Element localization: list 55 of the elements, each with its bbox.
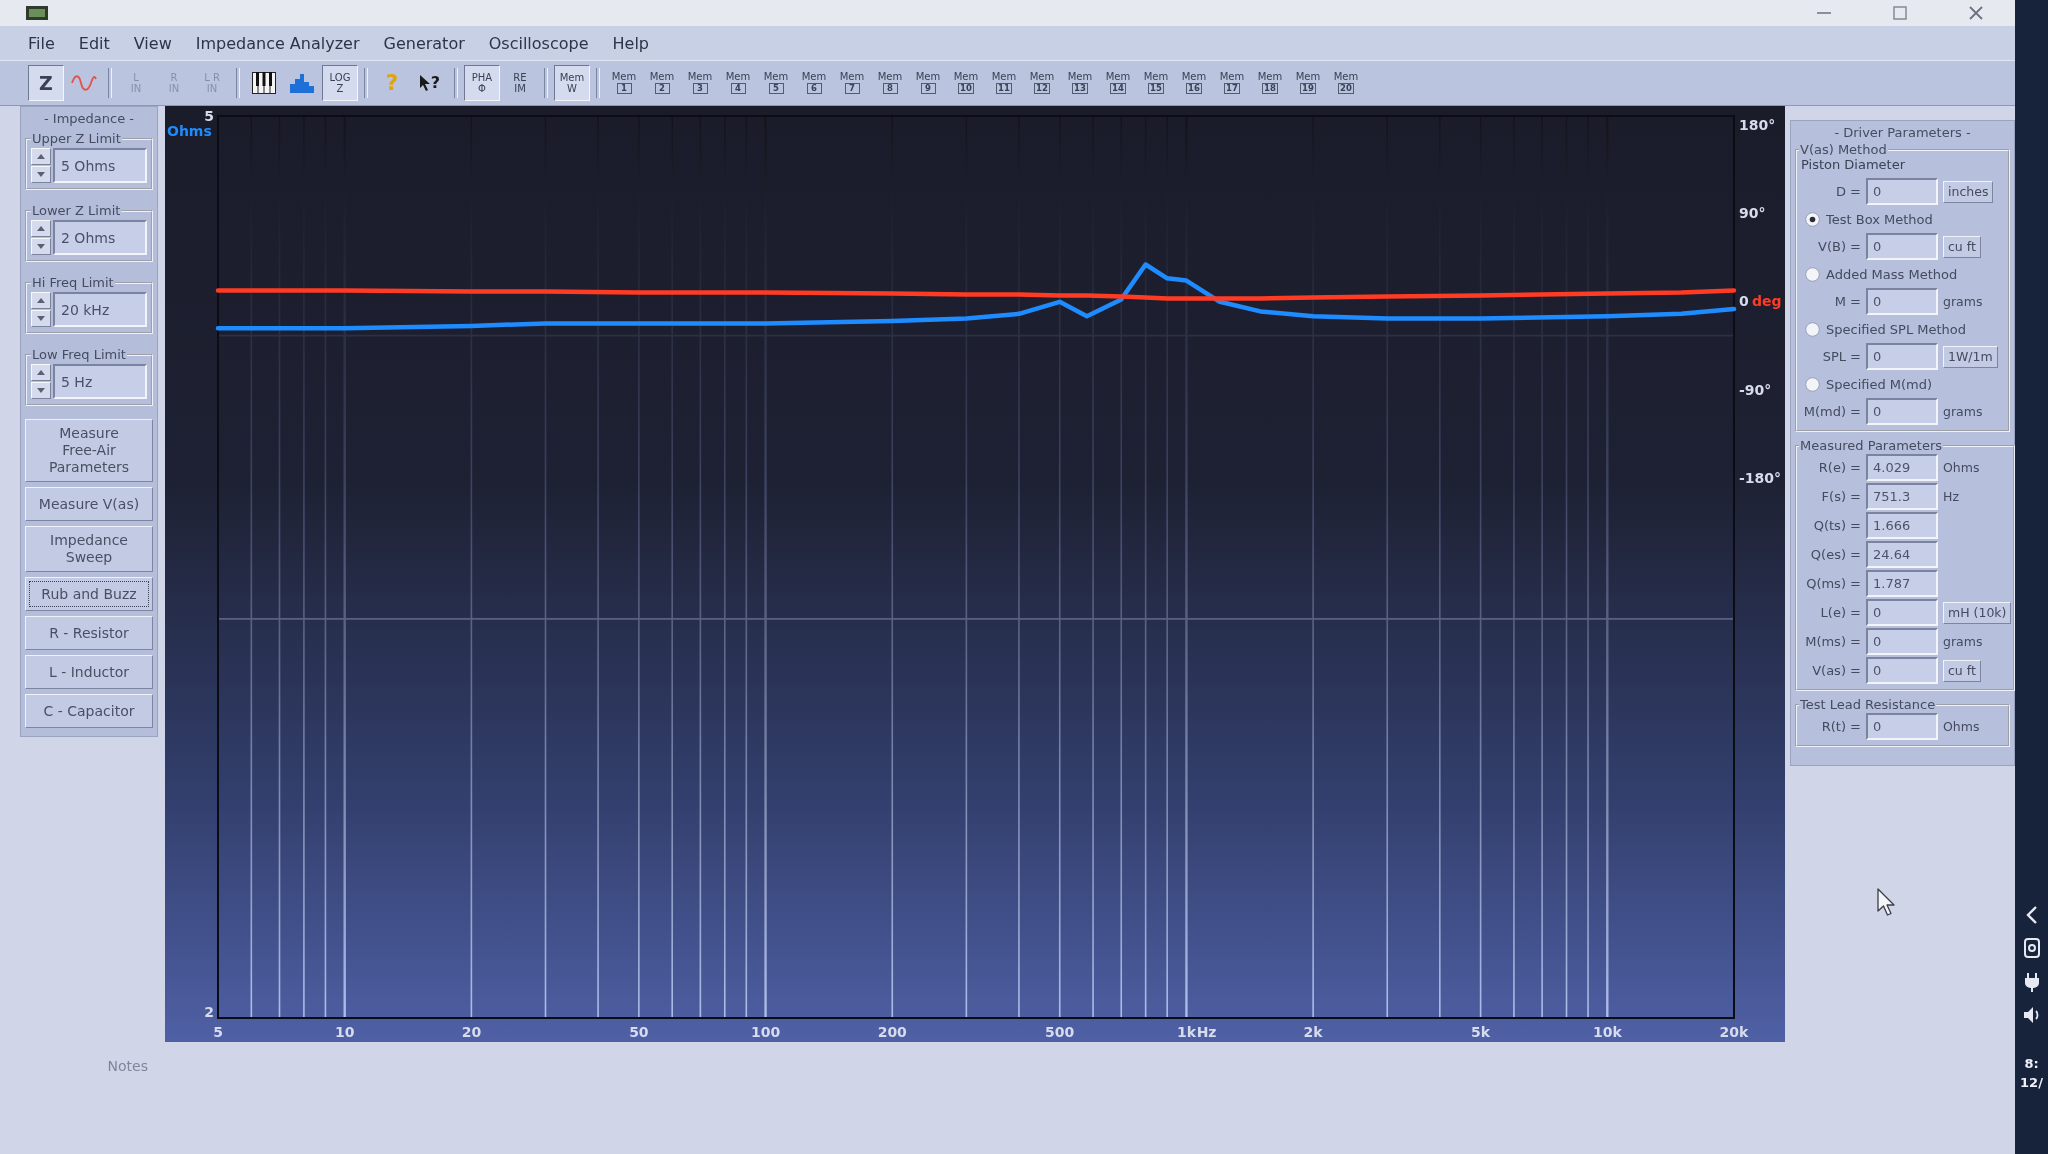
y-tick-label: 2 — [204, 1004, 214, 1020]
y2-tick-label: -180° — [1739, 469, 1782, 486]
unit-label: grams — [1943, 634, 1984, 649]
y2-tick-label: -90° — [1739, 381, 1772, 398]
x-tick-label: 5k — [1471, 1024, 1491, 1040]
panel-title: - Driver Parameters - — [1833, 125, 1972, 140]
x-tick-label: 10k — [1592, 1024, 1622, 1040]
x-tick-label: 2k — [1303, 1024, 1323, 1040]
parameter-label: Q(ms) = — [1805, 576, 1861, 591]
clock-text: 8: — [2024, 1056, 2039, 1071]
unit-label: Hz — [1943, 489, 1960, 504]
x-tick-label: 100 — [750, 1024, 781, 1040]
axis-label: Ohms — [167, 123, 212, 139]
unit-label: Ohms — [1943, 460, 1981, 475]
parameter-label: M(md) = — [1802, 404, 1861, 419]
y-tick-label: 5 — [204, 108, 214, 124]
parameter-label: L(e) = — [1819, 605, 1861, 620]
group-label: Low Freq Limit — [31, 347, 127, 362]
parameter-label: D = — [1834, 184, 1861, 199]
x-tick-label: 20k — [1719, 1024, 1749, 1040]
parameter-label: V(B) = — [1817, 239, 1861, 254]
group-label: Test Lead Resistance — [1799, 697, 1937, 712]
clock-text: 12/ — [2020, 1075, 2043, 1090]
parameter-label: M = — [1833, 294, 1861, 309]
parameter-label: R(e) = — [1817, 460, 1861, 475]
parameter-label: SPL = — [1821, 349, 1861, 364]
parameter-label: R(t) = — [1820, 719, 1861, 734]
parameter-label: Q(es) = — [1809, 547, 1861, 562]
section-label: Piston Diameter — [1800, 157, 1907, 174]
unit-label: grams — [1943, 294, 1984, 309]
group-label: Hi Freq Limit — [31, 275, 115, 290]
y2-tick-label: 0 — [1739, 293, 1749, 310]
axis-label: Hz — [1196, 1024, 1217, 1040]
group-label: Upper Z Limit — [31, 131, 122, 146]
group-label: Lower Z Limit — [31, 203, 122, 218]
panel-title: - Impedance - — [43, 111, 135, 126]
x-tick-label: 50 — [629, 1024, 649, 1040]
x-tick-label: 1k — [1176, 1024, 1196, 1040]
x-tick-label: 5 — [213, 1024, 223, 1040]
unit-label: Ohms — [1943, 719, 1981, 734]
parameter-label: Q(ts) = — [1812, 518, 1861, 533]
x-tick-label: 500 — [1045, 1024, 1075, 1040]
y2-tick-label: 180° — [1739, 116, 1776, 133]
x-tick-label: 200 — [877, 1024, 907, 1040]
x-tick-label: 10 — [334, 1024, 355, 1040]
parameter-label: M(ms) = — [1804, 634, 1861, 649]
group-label: V(as) Method — [1799, 142, 1888, 157]
group-label: Measured Parameters — [1799, 438, 1944, 453]
notes-label: Notes — [107, 1058, 148, 1074]
unit-label: grams — [1943, 404, 1984, 419]
axis-label: deg — [1752, 293, 1782, 310]
parameter-label: V(as) = — [1811, 663, 1861, 678]
x-tick-label: 20 — [461, 1024, 482, 1040]
y2-tick-label: 90° — [1739, 205, 1766, 222]
parameter-label: F(s) = — [1820, 489, 1861, 504]
